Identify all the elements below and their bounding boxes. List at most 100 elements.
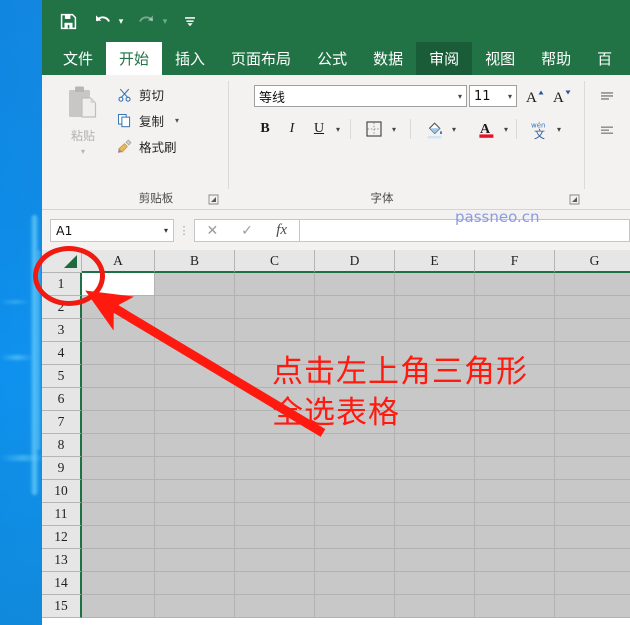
cell-B2[interactable] <box>155 296 235 319</box>
cell-B12[interactable] <box>155 526 235 549</box>
undo-dropdown-chevron-icon[interactable]: ▾ <box>114 9 128 33</box>
chevron-down-icon[interactable]: ▾ <box>81 147 85 156</box>
chevron-down-icon[interactable]: ▾ <box>458 92 462 101</box>
cell-B10[interactable] <box>155 480 235 503</box>
cell-E11[interactable] <box>395 503 475 526</box>
tab-formulas[interactable]: 公式 <box>304 42 360 75</box>
cell-A5[interactable] <box>82 365 155 388</box>
tab-home[interactable]: 开始 <box>106 42 163 75</box>
cell-C12[interactable] <box>235 526 315 549</box>
cell-F8[interactable] <box>475 434 555 457</box>
cell-D12[interactable] <box>315 526 395 549</box>
cell-E10[interactable] <box>395 480 475 503</box>
row-header-14[interactable]: 14 <box>42 572 82 595</box>
cell-C2[interactable] <box>235 296 315 319</box>
cell-G9[interactable] <box>555 457 630 480</box>
cell-A13[interactable] <box>82 549 155 572</box>
customize-qat-icon[interactable] <box>178 9 202 33</box>
cell-G14[interactable] <box>555 572 630 595</box>
cell-B14[interactable] <box>155 572 235 595</box>
cell-F14[interactable] <box>475 572 555 595</box>
cell-D15[interactable] <box>315 595 395 618</box>
formula-input[interactable] <box>300 218 630 242</box>
confirm-formula-button[interactable]: ✓ <box>232 222 262 239</box>
cell-F3[interactable] <box>475 319 555 342</box>
bold-button[interactable]: B <box>254 117 276 141</box>
column-header-F[interactable]: F <box>475 250 555 273</box>
column-header-C[interactable]: C <box>235 250 315 273</box>
cell-E13[interactable] <box>395 549 475 572</box>
cell-C14[interactable] <box>235 572 315 595</box>
decrease-font-size-button[interactable]: A <box>550 85 574 107</box>
clipboard-dialog-launcher[interactable] <box>208 194 219 205</box>
tab-baidu[interactable]: 百 <box>584 42 625 75</box>
row-header-12[interactable]: 12 <box>42 526 82 549</box>
redo-dropdown-chevron-icon[interactable]: ▾ <box>158 9 172 33</box>
chevron-down-icon[interactable]: ▾ <box>164 226 168 235</box>
chevron-down-icon[interactable]: ▾ <box>331 117 345 141</box>
cell-A6[interactable] <box>82 388 155 411</box>
cell-A10[interactable] <box>82 480 155 503</box>
cell-G12[interactable] <box>555 526 630 549</box>
row-header-3[interactable]: 3 <box>42 319 82 342</box>
cell-B6[interactable] <box>155 388 235 411</box>
underline-button[interactable]: U <box>308 117 330 141</box>
tab-file[interactable]: 文件 <box>50 42 106 75</box>
cell-B7[interactable] <box>155 411 235 434</box>
cell-E3[interactable] <box>395 319 475 342</box>
cell-G5[interactable] <box>555 365 630 388</box>
cell-F9[interactable] <box>475 457 555 480</box>
cell-B5[interactable] <box>155 365 235 388</box>
formula-bar-drag-handle[interactable]: ⋮ <box>174 224 194 237</box>
tab-view[interactable]: 视图 <box>472 42 528 75</box>
format-painter-button[interactable]: 格式刷 <box>116 135 177 158</box>
cell-C3[interactable] <box>235 319 315 342</box>
cell-F10[interactable] <box>475 480 555 503</box>
column-header-G[interactable]: G <box>555 250 630 273</box>
cell-A8[interactable] <box>82 434 155 457</box>
font-color-button[interactable]: A <box>474 117 498 141</box>
font-size-input[interactable]: 11 ▾ <box>469 85 517 107</box>
redo-icon[interactable] <box>134 9 158 33</box>
font-dialog-launcher[interactable] <box>569 194 580 205</box>
chevron-down-icon[interactable]: ▾ <box>175 116 179 125</box>
cell-D14[interactable] <box>315 572 395 595</box>
cell-A2[interactable] <box>82 296 155 319</box>
align-top-button[interactable] <box>594 85 620 109</box>
cell-F11[interactable] <box>475 503 555 526</box>
tab-page-layout[interactable]: 页面布局 <box>218 42 304 75</box>
chevron-down-icon[interactable]: ▾ <box>387 117 401 141</box>
cell-E8[interactable] <box>395 434 475 457</box>
cell-G3[interactable] <box>555 319 630 342</box>
cell-D9[interactable] <box>315 457 395 480</box>
insert-function-button[interactable]: fx <box>267 222 297 239</box>
cell-C10[interactable] <box>235 480 315 503</box>
cell-B15[interactable] <box>155 595 235 618</box>
cell-D10[interactable] <box>315 480 395 503</box>
cell-A3[interactable] <box>82 319 155 342</box>
increase-font-size-button[interactable]: A <box>523 85 547 107</box>
row-header-5[interactable]: 5 <box>42 365 82 388</box>
chevron-down-icon[interactable]: ▾ <box>499 117 513 141</box>
cell-B9[interactable] <box>155 457 235 480</box>
cell-B11[interactable] <box>155 503 235 526</box>
cell-D3[interactable] <box>315 319 395 342</box>
cell-G8[interactable] <box>555 434 630 457</box>
cell-G1[interactable] <box>555 273 630 296</box>
cancel-formula-button[interactable]: ✕ <box>197 222 227 239</box>
tab-review[interactable]: 审阅 <box>416 42 473 75</box>
row-header-11[interactable]: 11 <box>42 503 82 526</box>
row-header-13[interactable]: 13 <box>42 549 82 572</box>
name-box[interactable]: A1 ▾ <box>50 218 174 242</box>
cell-G7[interactable] <box>555 411 630 434</box>
cell-G4[interactable] <box>555 342 630 365</box>
chevron-down-icon[interactable]: ▾ <box>552 117 566 141</box>
cell-G13[interactable] <box>555 549 630 572</box>
cell-A9[interactable] <box>82 457 155 480</box>
cell-B3[interactable] <box>155 319 235 342</box>
cell-E14[interactable] <box>395 572 475 595</box>
cell-A7[interactable] <box>82 411 155 434</box>
tab-help[interactable]: 帮助 <box>528 42 584 75</box>
cell-D11[interactable] <box>315 503 395 526</box>
cell-E15[interactable] <box>395 595 475 618</box>
